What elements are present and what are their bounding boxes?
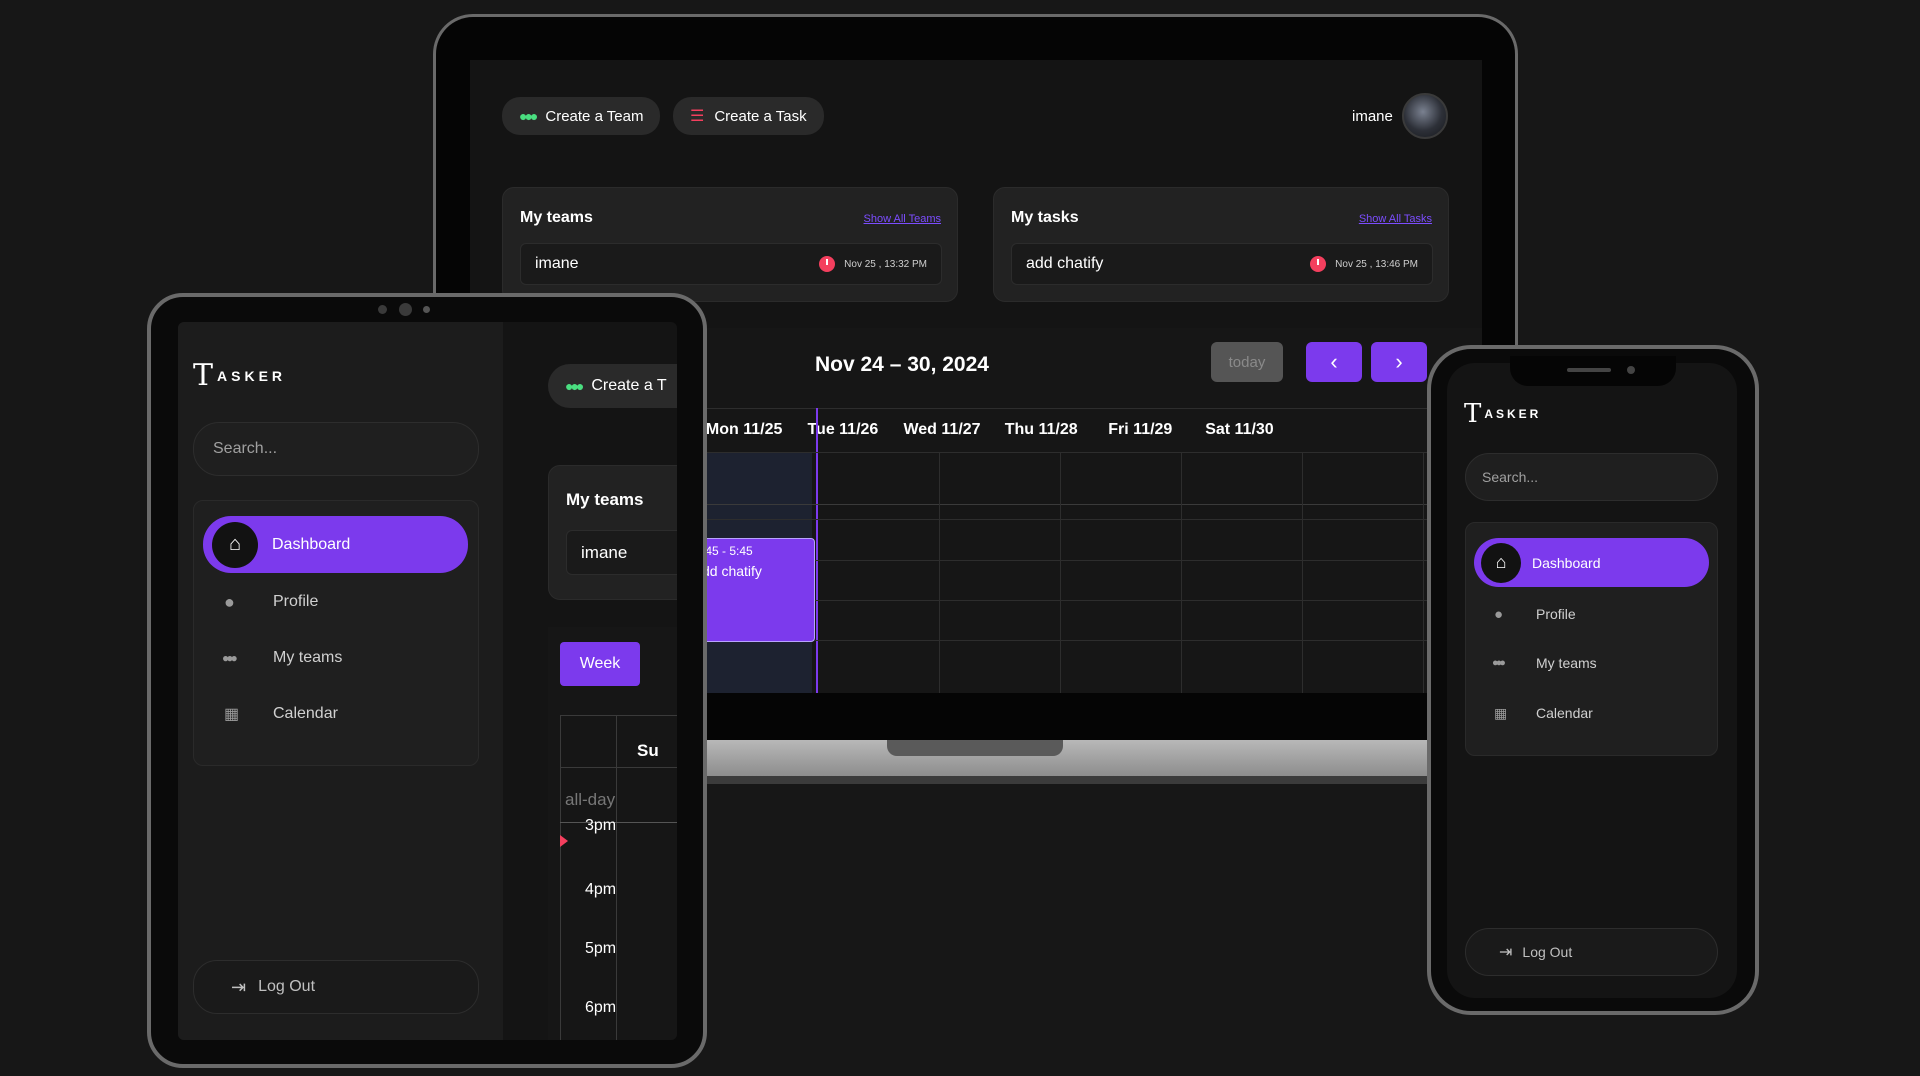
today-button[interactable]: today (1211, 342, 1283, 382)
time-label: 4pm (585, 881, 617, 898)
day-header: Tue 11/26 (807, 421, 879, 438)
chevron-left-icon: ‹ (1330, 349, 1338, 374)
task-row[interactable]: add chatify Nov 25 , 13:46 PM (1011, 243, 1433, 285)
time-label: 3pm (585, 817, 617, 834)
tablet-calendar-grid (560, 715, 677, 1040)
grid-line (1060, 452, 1061, 693)
day-header: Fri 11/29 (1108, 421, 1173, 438)
chevron-right-icon: › (1395, 349, 1403, 374)
nav-menu: ⌂ Dashboard ● Profile ●●● My teams ▦ Cal… (193, 500, 479, 766)
user-icon: ● (224, 591, 235, 612)
calendar-event[interactable]: :45 - 5:45 dd chatify (698, 538, 815, 642)
clock-icon (819, 256, 836, 272)
all-day-label: all-day (565, 790, 616, 809)
calendar-icon: ▦ (224, 706, 240, 723)
avatar[interactable] (1402, 93, 1448, 139)
now-indicator (560, 835, 568, 847)
day-header: Wed 11/27 (903, 421, 981, 438)
team-icon: ●●● (222, 651, 238, 665)
sidebar-item-dashboard[interactable]: ⌂ Dashboard (1474, 538, 1709, 587)
speaker-icon (1567, 368, 1611, 372)
grid-line (939, 452, 940, 693)
day-header-row: Mon 11/25 Tue 11/26 Wed 11/27 Thu 11/28 … (695, 408, 1289, 452)
laptop-base (700, 740, 1430, 776)
event-title: dd chatify (702, 563, 762, 579)
time-label: 5pm (585, 940, 617, 957)
my-teams-card: My teams imane (548, 465, 677, 600)
show-all-tasks-link[interactable]: Show All Tasks (1359, 213, 1432, 225)
day-header: Sat 11/30 (1205, 421, 1274, 438)
tablet-screen: T ASKER Search... ⌂ Dashboard ● Profile … (178, 322, 677, 1040)
grid-line (616, 715, 617, 1040)
calendar-icon: ▦ (1494, 704, 1508, 721)
week-view-button[interactable]: Week (560, 642, 640, 686)
home-icon: ⌂ (1481, 542, 1521, 583)
sidebar-item-my-teams[interactable]: ●●● My teams (203, 633, 468, 683)
nav-menu: ⌂ Dashboard ● Profile ●●● My teams ▦ Cal… (1465, 522, 1718, 756)
next-week-button[interactable]: › (1371, 342, 1427, 382)
camera-icon (399, 303, 412, 316)
list-icon: ☰ (690, 108, 705, 125)
event-time: :45 - 5:45 (702, 544, 753, 558)
logout-button[interactable]: ⇥ Log Out (1465, 928, 1718, 976)
day-header: Su (637, 741, 659, 760)
create-team-button[interactable]: ●●● Create a T (548, 364, 677, 408)
sidebar-item-calendar[interactable]: ▦ Calendar (1474, 691, 1709, 735)
user-name: imane (1352, 108, 1393, 125)
today-indicator (816, 408, 818, 693)
camera-dot (378, 305, 387, 314)
card-title: My tasks (1011, 209, 1079, 226)
search-input[interactable]: Search... (193, 422, 479, 476)
phone-screen: T ASKER Search... ⌂ Dashboard ● Profile … (1447, 363, 1737, 998)
prev-week-button[interactable]: ‹ (1306, 342, 1362, 382)
day-header: Mon 11/25 (705, 421, 783, 438)
sidebar: T ASKER Search... ⌂ Dashboard ● Profile … (178, 322, 503, 1040)
my-tasks-card: My tasks Show All Tasks add chatify Nov … (993, 187, 1449, 302)
clock-icon (1310, 256, 1327, 272)
show-all-teams-link[interactable]: Show All Teams (864, 213, 941, 225)
sidebar-item-calendar[interactable]: ▦ Calendar (203, 689, 468, 739)
user-icon: ● (1494, 605, 1504, 623)
grid-line (1302, 452, 1303, 693)
grid-line (560, 822, 677, 823)
my-teams-card: My teams Show All Teams imane Nov 25 , 1… (502, 187, 958, 302)
sidebar-item-dashboard[interactable]: ⌂ Dashboard (203, 516, 468, 573)
create-task-button[interactable]: ☰ Create a Task (673, 97, 824, 135)
sidebar-item-profile[interactable]: ● Profile (203, 577, 468, 627)
laptop-base-edge (700, 776, 1430, 784)
time-label: 6pm (585, 999, 617, 1016)
camera-icon (1627, 366, 1635, 374)
logo: T ASKER (193, 358, 287, 393)
logout-icon: ⇥ (1499, 944, 1513, 961)
team-row[interactable]: imane (566, 530, 677, 575)
card-title: My teams (520, 209, 593, 226)
logout-icon: ⇥ (231, 976, 247, 997)
grid-line (1181, 452, 1182, 693)
sensor-dot (423, 306, 430, 313)
grid-line (1423, 452, 1424, 693)
grid-line (560, 767, 677, 768)
sidebar-item-profile[interactable]: ● Profile (1474, 592, 1709, 636)
logo: T ASKER (1464, 399, 1542, 429)
day-header: Thu 11/28 (1004, 421, 1078, 438)
logout-button[interactable]: ⇥ Log Out (193, 960, 479, 1014)
search-input[interactable]: Search... (1465, 453, 1718, 501)
team-icon: ●●● (565, 378, 584, 394)
team-row[interactable]: imane Nov 25 , 13:32 PM (520, 243, 942, 285)
tablet-calendar: Week Su all-day 3pm 4pm 5pm 6pm (548, 627, 677, 1040)
team-icon: ●●● (519, 108, 538, 124)
home-icon: ⌂ (212, 521, 258, 568)
calendar-range-title: Nov 24 – 30, 2024 (815, 353, 989, 376)
team-icon: ●●● (1492, 657, 1506, 669)
create-team-button[interactable]: ●●● Create a Team (502, 97, 661, 135)
laptop-bezel-bottom (700, 693, 1430, 740)
card-title: My teams (566, 490, 644, 509)
sidebar-item-my-teams[interactable]: ●●● My teams (1474, 641, 1709, 685)
laptop-notch (887, 740, 1063, 756)
